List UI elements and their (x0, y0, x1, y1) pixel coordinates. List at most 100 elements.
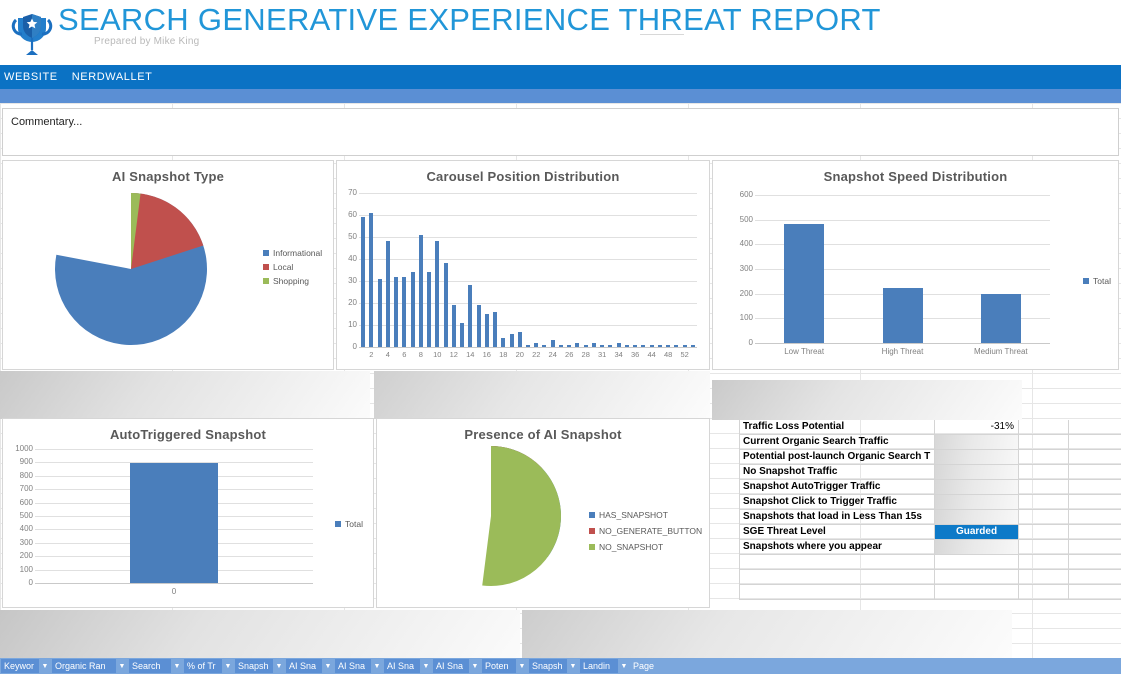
table-row[interactable]: Traffic Loss Potential -31% (715, 420, 1121, 435)
bar (361, 217, 366, 347)
table-row[interactable]: Snapshots where you appear (715, 540, 1121, 555)
row-gutter (715, 480, 740, 495)
bar (369, 212, 374, 347)
table-cell (1069, 450, 1121, 465)
top-navigation-bar: WEBSITE NERDWALLET (0, 65, 1121, 89)
bar (451, 305, 456, 347)
bar (882, 287, 923, 343)
commentary-text: Commentary... (11, 116, 83, 128)
redacted-content-block (0, 371, 370, 419)
table-cell (1069, 465, 1121, 480)
y-axis-tick-label: 20 (348, 298, 357, 307)
table-cell (1069, 480, 1121, 495)
chevron-down-icon[interactable]: ▼ (116, 659, 128, 673)
table-row[interactable] (715, 555, 1121, 570)
legend-item: Shopping (263, 274, 322, 288)
chart-panel-presence-ai-snapshot: Presence of AI Snapshot HAS_SNAPSHOT NO_… (376, 418, 710, 608)
nav-item-website[interactable]: WEBSITE (4, 71, 58, 83)
grid-line (755, 195, 1050, 196)
chart-title-snapshot-speed: Snapshot Speed Distribution (823, 169, 1008, 184)
bar (501, 338, 506, 347)
nav-item-nerdwallet[interactable]: NERDWALLET (72, 71, 153, 83)
table-row[interactable]: No Snapshot Traffic (715, 465, 1121, 480)
table-row[interactable]: Snapshot Click to Trigger Traffic (715, 495, 1121, 510)
chevron-down-icon[interactable]: ▼ (171, 659, 183, 673)
filter-chip[interactable]: AI Sna (335, 659, 371, 673)
y-axis-tick-label: 400 (19, 524, 33, 534)
commentary-box[interactable]: Commentary... (2, 108, 1119, 156)
legend-snapshot-speed: Total (1083, 274, 1111, 288)
legend-label: Local (273, 262, 294, 272)
filter-chip[interactable]: Snapsh (529, 659, 567, 673)
kpi-summary-table: Traffic Loss Potential -31% Current Organi… (715, 420, 1121, 600)
y-axis-tick-label: 30 (348, 276, 357, 285)
chevron-down-icon[interactable]: ▼ (469, 659, 481, 673)
bar-chart-snapshot-speed: 0 100 200 300 400 500 600 Low Threat High Threat… (713, 185, 1120, 371)
grid-line (0, 103, 1121, 104)
chart-panel-autotriggered-snapshot: AutoTriggered Snapshot 0 100 200 300 400 500 6… (2, 418, 374, 608)
kpi-label: Traffic Loss Potential (740, 420, 935, 435)
chevron-down-icon[interactable]: ▼ (371, 659, 383, 673)
table-row[interactable]: Snapshots that load in Less Than 15s (715, 510, 1121, 525)
y-axis-tick-label: 0 (748, 338, 753, 347)
legend-autotriggered-snapshot: Total (335, 517, 363, 531)
bar-chart-autotriggered-snapshot: 0 100 200 300 400 500 600 700 800 900 1000 0 (3, 441, 375, 609)
filter-chip[interactable]: % of Tr (184, 659, 222, 673)
table-row[interactable] (715, 585, 1121, 600)
table-cell (1019, 555, 1069, 570)
y-axis-tick-label: 60 (348, 210, 357, 219)
kpi-value (935, 495, 1019, 510)
filter-chip[interactable]: Organic Ran (52, 659, 116, 673)
chevron-down-icon[interactable]: ▼ (39, 659, 51, 673)
filter-chip[interactable]: Keywor (1, 659, 39, 673)
filter-chip[interactable]: Landin (580, 659, 618, 673)
y-axis-tick-label: 100 (739, 313, 753, 323)
page-title: SEARCH GENERATIVE EXPERIENCE THREAT REPO… (58, 2, 881, 37)
bar (418, 234, 423, 347)
redacted-content-block (712, 380, 1022, 420)
filter-chip[interactable]: AI Sna (384, 659, 420, 673)
table-cell (1019, 420, 1069, 435)
filter-chip[interactable]: AI Sna (433, 659, 469, 673)
bar (377, 278, 382, 347)
table-cell (1019, 585, 1069, 600)
filter-chip[interactable]: Snapsh (235, 659, 273, 673)
chart-title-ai-snapshot-type: AI Snapshot Type (111, 169, 225, 184)
chevron-down-icon[interactable]: ▼ (618, 659, 630, 673)
table-row[interactable]: Potential post-launch Organic Search T (715, 450, 1121, 465)
x-axis-tick-label: 52 (680, 350, 689, 359)
table-row[interactable]: Current Organic Search Traffic (715, 435, 1121, 450)
kpi-label: Snapshot AutoTrigger Traffic (740, 480, 935, 495)
y-axis-tick-label: 500 (19, 511, 33, 520)
chevron-down-icon[interactable]: ▼ (322, 659, 334, 673)
chevron-down-icon[interactable]: ▼ (420, 659, 432, 673)
bar-chart-carousel-position: 0 10 20 30 40 50 60 70 2 4 6 8 10 12 14 16 18 20 22 24 26 28 3… (337, 185, 711, 371)
redacted-content-block (522, 610, 1012, 658)
y-axis-tick-label: 400 (739, 239, 753, 249)
table-cell (1069, 525, 1121, 540)
table-cell (1019, 480, 1069, 495)
chevron-down-icon[interactable]: ▼ (222, 659, 234, 673)
table-row[interactable]: Snapshot AutoTrigger Traffic (715, 480, 1121, 495)
chevron-down-icon[interactable]: ▼ (567, 659, 579, 673)
kpi-label: Snapshot Click to Trigger Traffic (740, 495, 935, 510)
table-cell (1019, 435, 1069, 450)
legend-item: NO_SNAPSHOT (589, 539, 702, 555)
chevron-down-icon[interactable]: ▼ (516, 659, 528, 673)
table-cell (1019, 495, 1069, 510)
filter-chip[interactable]: Search (129, 659, 171, 673)
table-row[interactable]: SGE Threat Level Guarded (715, 525, 1121, 540)
filter-chip[interactable]: AI Sna (286, 659, 322, 673)
y-axis-tick-label: 900 (19, 457, 33, 467)
table-cell (1069, 570, 1121, 585)
kpi-label: No Snapshot Traffic (740, 465, 935, 480)
chevron-down-icon[interactable]: ▼ (273, 659, 285, 673)
filter-chip[interactable]: Poten (482, 659, 516, 673)
kpi-label (740, 585, 935, 600)
y-axis-tick-label: 70 (348, 188, 357, 197)
kpi-value (935, 480, 1019, 495)
filter-trailing-label: Page (633, 661, 655, 671)
kpi-value (935, 570, 1019, 585)
x-axis-tick-label: Low Threat (784, 347, 825, 356)
table-row[interactable] (715, 570, 1121, 585)
